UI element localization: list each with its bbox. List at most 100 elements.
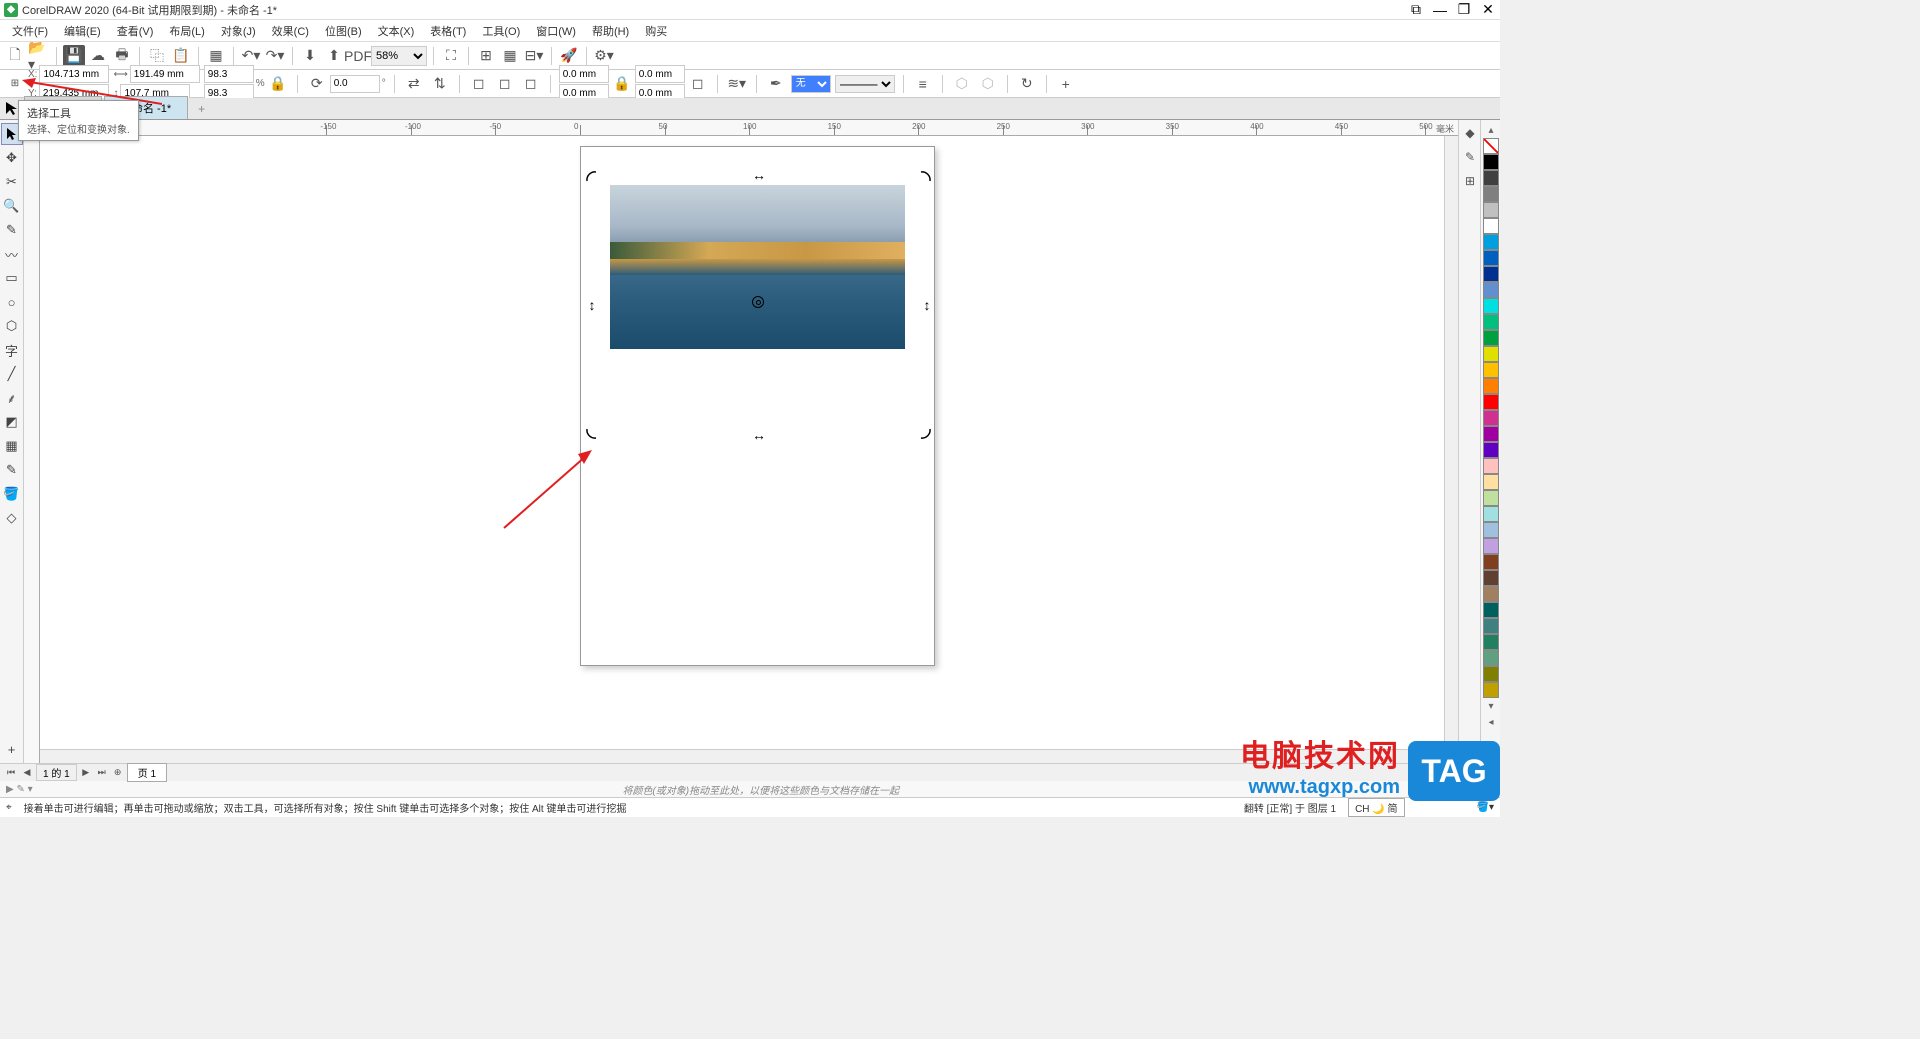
color-swatch[interactable] [1483,538,1499,554]
ruler-horizontal[interactable]: 毫米 -150-100-5005010015020025030035040045… [40,120,1458,136]
hints-docker-icon[interactable]: ◆ [1461,124,1479,142]
scale-x-input[interactable] [204,65,254,83]
ime-indicator[interactable]: CH 🌙 简 [1348,798,1404,817]
color-swatch[interactable] [1483,570,1499,586]
color-swatch[interactable] [1483,458,1499,474]
rotate-handle-top-left[interactable] [584,169,598,183]
hint-icon-left[interactable]: ▶ ✎ ▾ [6,784,33,795]
export-button[interactable]: ⬆ [323,45,345,67]
corner-lock-button[interactable]: 🔒 [611,73,633,95]
palette-scroll-up[interactable]: ▴ [1483,123,1499,137]
page-last-button[interactable]: ⏭ [95,766,109,780]
object-properties-icon[interactable]: ✎ [1461,148,1479,166]
corner-radius-1[interactable] [559,65,609,83]
new-button[interactable]: 🗋 [4,45,26,67]
ellipse-tool[interactable]: ○ [1,291,23,313]
color-swatch[interactable] [1483,602,1499,618]
minimize-button[interactable]: — [1432,2,1448,18]
skew-handle-bottom[interactable]: ↔ [752,428,766,442]
close-button[interactable]: ✕ [1480,2,1496,18]
to-front-button[interactable]: ≡ [912,73,934,95]
cloud-button[interactable]: ☁ [87,45,109,67]
shape-tool[interactable]: ✥ [1,147,23,169]
color-swatch[interactable] [1483,186,1499,202]
redo-button[interactable]: ↷▾ [264,45,286,67]
ungroup-button[interactable]: ⬡ [977,73,999,95]
page-add-button[interactable]: ⊕ [111,766,125,780]
page-first-button[interactable]: ⏮ [4,766,18,780]
color-swatch[interactable] [1483,154,1499,170]
color-swatch[interactable] [1483,218,1499,234]
outline-tool[interactable]: ◇ [1,507,23,529]
freehand-tool[interactable]: ✎ [1,219,23,241]
color-swatch[interactable] [1483,522,1499,538]
color-swatch[interactable] [1483,266,1499,282]
rotation-input[interactable] [330,75,380,93]
color-swatch[interactable] [1483,298,1499,314]
copy-button[interactable]: ⿻ [146,45,168,67]
rotation-center-handle[interactable] [752,296,764,308]
corner-2-icon[interactable]: ◻ [494,73,516,95]
connector-tool[interactable]: ⸙ [1,387,23,409]
ruler-vertical[interactable] [24,136,40,763]
palette-scroll-down[interactable]: ▾ [1483,699,1499,713]
publish-pdf-button[interactable]: PDF [347,45,369,67]
skew-handle-top[interactable]: ↔ [752,168,766,182]
page-tab-1[interactable]: 页 1 [127,763,167,782]
no-fill-swatch[interactable] [1483,138,1499,154]
scrollbar-vertical[interactable] [1444,136,1458,745]
open-button[interactable]: 📂▾ [28,45,50,67]
outline-width-select[interactable]: ──── [835,75,895,93]
rotate-handle-bottom-right[interactable] [919,427,933,441]
color-swatch[interactable] [1483,474,1499,490]
menu-object[interactable]: 对象(J) [213,21,264,41]
color-swatch[interactable] [1483,426,1499,442]
corner-1-icon[interactable]: ◻ [468,73,490,95]
color-swatch[interactable] [1483,170,1499,186]
canvas-area[interactable]: 毫米 -150-100-5005010015020025030035040045… [24,120,1458,763]
menu-layout[interactable]: 布局(L) [161,21,212,41]
color-swatch[interactable] [1483,506,1499,522]
corner-3-icon[interactable]: ◻ [520,73,542,95]
save-button[interactable]: 💾 [63,45,85,67]
fill-select[interactable]: 无 [791,75,831,93]
mirror-h-button[interactable]: ⇄ [403,73,425,95]
menu-edit[interactable]: 编辑(E) [56,21,109,41]
color-swatch[interactable] [1483,666,1499,682]
text-tool[interactable]: 字 [1,339,23,361]
help-indicator-icon[interactable]: ⧉ [1408,2,1424,18]
grid-button[interactable]: ▦ [499,45,521,67]
crop-tool[interactable]: ✂ [1,171,23,193]
refresh-button[interactable]: ↻ [1016,73,1038,95]
color-swatch[interactable] [1483,330,1499,346]
maximize-button[interactable]: ❐ [1456,2,1472,18]
add-button[interactable]: + [1055,73,1077,95]
menu-view[interactable]: 查看(V) [109,21,162,41]
color-swatch[interactable] [1483,618,1499,634]
menu-tools[interactable]: 工具(O) [474,21,528,41]
polygon-tool[interactable]: ⬡ [1,315,23,337]
convert-curves-button[interactable]: ⬡ [951,73,973,95]
guides-button[interactable]: ⊟▾ [523,45,545,67]
undo-button[interactable]: ↶▾ [240,45,262,67]
eyedropper-tool[interactable]: ✎ [1,459,23,481]
scrollbar-horizontal[interactable] [40,749,1440,763]
zoom-tool[interactable]: 🔍 [1,195,23,217]
transparency-tool[interactable]: ▦ [1,435,23,457]
color-swatch[interactable] [1483,586,1499,602]
toolbox-expand[interactable]: + [1,738,23,760]
lock-ratio-button[interactable]: 🔒 [267,73,289,95]
color-swatch[interactable] [1483,362,1499,378]
menu-window[interactable]: 窗口(W) [528,21,584,41]
corner-radius-3[interactable] [635,65,685,83]
color-swatch[interactable] [1483,490,1499,506]
menu-bitmap[interactable]: 位图(B) [317,21,370,41]
rotate-handle-top-right[interactable] [919,169,933,183]
fullscreen-button[interactable]: ⛶ [440,45,462,67]
fill-tool[interactable]: 🪣 [1,483,23,505]
snap-button[interactable]: ⊞ [475,45,497,67]
menu-table[interactable]: 表格(T) [422,21,474,41]
paste-button[interactable]: 📋 [170,45,192,67]
menu-text[interactable]: 文本(X) [370,21,423,41]
x-input[interactable] [39,65,109,83]
